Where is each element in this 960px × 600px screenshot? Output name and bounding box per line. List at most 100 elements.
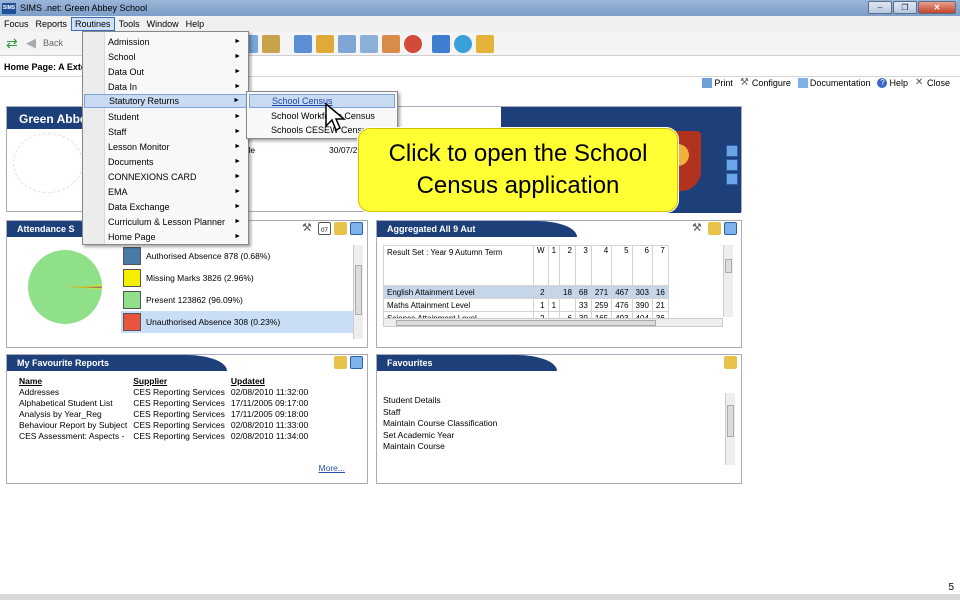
globe-icon[interactable] [454, 35, 472, 53]
menu-item-connexions-card[interactable]: CONNEXIONS CARD ► [84, 170, 247, 184]
wrench-icon[interactable]: ⚒ [692, 222, 705, 235]
menu-item-data-out[interactable]: Data Out ► [84, 65, 247, 79]
list-item[interactable]: Student Details [383, 395, 497, 407]
submenu-arrow-icon: ► [234, 113, 241, 120]
aggregated-panel: Aggregated All 9 Aut ⚒ Result Set : Year… [376, 220, 742, 348]
menu-focus[interactable]: Focus [1, 17, 32, 31]
menu-item-lesson-monitor[interactable]: Lesson Monitor ► [84, 140, 247, 154]
table-row[interactable]: Maths Attainment Level 1 1 33 259 476 39… [383, 298, 669, 312]
table-row[interactable]: CES Assessment: Aspects - CES Reporting S… [19, 430, 314, 441]
printer-icon[interactable] [708, 222, 721, 235]
print-button[interactable]: Print [702, 78, 733, 88]
menu-reports[interactable]: Reports [33, 17, 71, 31]
toolbar-icon-3[interactable] [294, 35, 312, 53]
submenu-arrow-icon: ► [234, 143, 241, 150]
menu-item-student[interactable]: Student ► [84, 110, 247, 124]
menu-help[interactable]: Help [183, 17, 208, 31]
expand-icon[interactable] [724, 222, 737, 235]
column-header-name[interactable]: Name [19, 376, 133, 386]
grid-horizontal-scrollbar[interactable] [383, 318, 723, 327]
submenu-arrow-icon: ► [234, 173, 241, 180]
documentation-button[interactable]: Documentation [797, 78, 871, 88]
legend-item[interactable]: Missing Marks 3826 (2.96%) [121, 267, 353, 289]
expand-icon[interactable] [350, 222, 363, 235]
table-row[interactable]: Behaviour Report by Subject CES Reporting… [19, 419, 314, 430]
legend-swatch-present [123, 291, 141, 309]
configure-button[interactable]: ⚒ Configure [739, 77, 791, 89]
toolbar-icon-7[interactable] [382, 35, 400, 53]
more-reports-link[interactable]: More... [319, 463, 345, 473]
toolbar-icon-9[interactable] [432, 35, 450, 53]
submenu-arrow-icon: ► [234, 38, 241, 45]
grid-vertical-scrollbar[interactable] [723, 245, 733, 317]
menu-routines[interactable]: Routines [71, 16, 115, 31]
expand-icon[interactable] [350, 356, 363, 369]
legend-item[interactable]: Present 123862 (96.09%) [121, 289, 353, 311]
toolbar-icon-4[interactable] [316, 35, 334, 53]
favourites-panel: Favourites Student Details Staff Maintai… [376, 354, 742, 484]
legend-item[interactable]: Authorised Absence 878 (0.68%) [121, 245, 353, 267]
printer-icon[interactable] [334, 222, 347, 235]
menu-item-staff[interactable]: Staff ► [84, 125, 247, 139]
expand-icon[interactable] [726, 173, 738, 185]
table-row[interactable]: Addresses CES Reporting Services 02/08/201… [19, 386, 314, 397]
table-row[interactable]: English Attainment Level 2 18 68 271 467… [383, 285, 669, 299]
wrench-icon: ⚒ [739, 77, 749, 88]
menu-item-curriculum-lesson-planner[interactable]: Curriculum & Lesson Planner ► [84, 215, 247, 229]
close-label: Close [926, 78, 950, 88]
page-actions: Print ⚒ Configure Documentation ? Help ✕ Cl… [702, 78, 950, 88]
printer-icon[interactable] [724, 356, 737, 369]
back-button[interactable]: ◀ Back [26, 36, 63, 50]
menu-item-school[interactable]: School ► [84, 50, 247, 64]
calendar-icon[interactable]: 07 [318, 222, 331, 235]
print-label: Print [714, 78, 733, 88]
printer-icon [702, 78, 713, 88]
close-window-button[interactable]: ✕ [918, 1, 956, 14]
help-label: Help [889, 78, 908, 88]
document-icon[interactable] [726, 145, 738, 157]
menu-item-data-exchange[interactable]: Data Exchange ► [84, 200, 247, 214]
submenu-arrow-icon: ► [234, 53, 241, 60]
menu-item-home-page[interactable]: Home Page ► [84, 230, 247, 244]
legend-scrollbar[interactable] [353, 245, 363, 339]
column-header-supplier[interactable]: Supplier [133, 376, 231, 386]
help-button[interactable]: ? Help [877, 78, 908, 88]
menu-item-school-workforce-census[interactable]: School Workforce Census [249, 109, 395, 123]
printer-icon[interactable] [726, 159, 738, 171]
menu-item-statutory-returns[interactable]: Statutory Returns ► [84, 94, 247, 108]
toolbar-icon-2[interactable] [262, 35, 280, 53]
submenu-arrow-icon: ► [234, 218, 241, 225]
printer-icon[interactable] [334, 356, 347, 369]
refresh-button[interactable]: ⇄ [6, 36, 20, 50]
legend-swatch-authorised [123, 247, 141, 265]
column-header-updated[interactable]: Updated [231, 376, 314, 386]
attendance-pie-chart [28, 250, 102, 324]
documentation-label: Documentation [809, 78, 871, 88]
menu-window[interactable]: Window [144, 17, 182, 31]
list-item[interactable]: Maintain Course Classification [383, 418, 497, 430]
legend-label: Missing Marks 3826 (2.96%) [146, 273, 254, 283]
legend-item[interactable]: Unauthorised Absence 308 (0.23%) [121, 311, 353, 333]
toolbar-icon-11[interactable] [476, 35, 494, 53]
toolbar-icon-6[interactable] [360, 35, 378, 53]
wrench-icon[interactable]: ⚒ [302, 222, 315, 235]
toolbar-icon-5[interactable] [338, 35, 356, 53]
table-row[interactable]: Analysis by Year_Reg CES Reporting Servic… [19, 408, 314, 419]
favourites-title: Favourites [387, 358, 433, 368]
menu-item-admission[interactable]: Admission ► [84, 35, 247, 49]
list-item[interactable]: Staff [383, 407, 497, 419]
close-page-button[interactable]: ✕ Close [915, 78, 950, 89]
configure-label: Configure [751, 78, 791, 88]
list-item[interactable]: Set Academic Year [383, 430, 497, 442]
menu-item-ema[interactable]: EMA ► [84, 185, 247, 199]
menu-item-documents[interactable]: Documents ► [84, 155, 247, 169]
list-item[interactable]: Maintain Course [383, 441, 497, 453]
menu-tools[interactable]: Tools [116, 17, 143, 31]
restore-button[interactable]: ❐ [893, 1, 917, 14]
menu-item-school-census[interactable]: School Census [249, 94, 395, 108]
menu-item-data-in[interactable]: Data In ► [84, 80, 247, 94]
minimize-button[interactable]: – [868, 1, 892, 14]
favourites-scrollbar[interactable] [725, 393, 735, 465]
table-row[interactable]: Alphabetical Student List CES Reporting S… [19, 397, 314, 408]
clock-icon[interactable] [404, 35, 422, 53]
